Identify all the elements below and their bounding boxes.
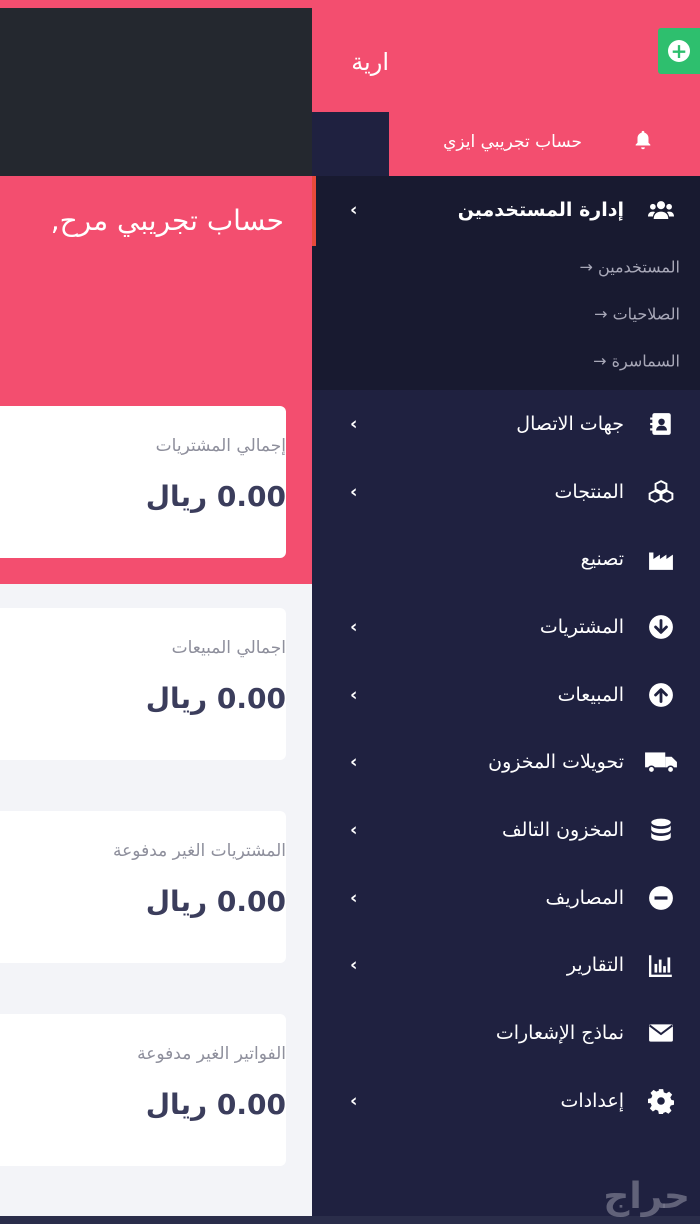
stat-card-total-sales: اجمالي المبيعات 0.00 ريال xyxy=(0,608,286,760)
stat-card-total-purchases: إجمالي المشتريات 0.00 ريال xyxy=(0,406,286,558)
sidebar-item-label: تصنيع xyxy=(580,548,624,571)
sidebar-item-label: المنتجات xyxy=(554,480,624,503)
sidebar-item-label: إدارة المستخدمين xyxy=(457,198,624,221)
cubes-icon xyxy=(648,479,674,503)
sidebar-item-label: التقارير xyxy=(566,954,624,977)
chevron-left-icon: ‹ xyxy=(350,616,358,638)
add-button[interactable]: + xyxy=(658,28,700,74)
cog-icon xyxy=(648,1088,674,1114)
card-value: 0.00 ريال xyxy=(145,1088,286,1121)
bar-chart-icon xyxy=(648,955,672,978)
card-title: اجمالي المبيعات xyxy=(171,638,286,658)
database-icon xyxy=(651,818,671,841)
sidebar-subitem-label: → المستخدمين xyxy=(579,257,680,277)
sidebar-item-users[interactable]: إدارة المستخدمين ‹ xyxy=(312,176,700,244)
sidebar-item-label: المبيعات xyxy=(557,683,624,706)
watermark-text: حراج xyxy=(603,1176,690,1217)
card-title: إجمالي المشتريات xyxy=(155,436,286,456)
stat-card-unpaid-invoices: الفواتير الغير مدفوعة 0.00 ريال xyxy=(0,1014,286,1166)
sidebar-group-users: إدارة المستخدمين ‹ → المستخدمين → الصلاح… xyxy=(312,176,700,390)
sidebar-item-sales[interactable]: المبيعات ‹ xyxy=(312,661,700,729)
chevron-left-icon: ‹ xyxy=(350,413,358,435)
sidebar-item-products[interactable]: المنتجات ‹ xyxy=(312,458,700,526)
banner-accent xyxy=(312,176,316,246)
main-header xyxy=(0,8,312,176)
sidebar-item-label: إعدادات xyxy=(560,1089,625,1112)
sidebar-item-label: نماذج الإشعارات xyxy=(495,1022,624,1045)
sidebar-subitem-users[interactable]: → المستخدمين xyxy=(312,244,700,291)
minus-circle-icon xyxy=(649,885,673,910)
card-value: 0.00 ريال xyxy=(145,682,286,715)
sidebar-item-stock-transfers[interactable]: تحويلات المخزون ‹ xyxy=(312,728,700,796)
sidebar-item-purchases[interactable]: المشتريات ‹ xyxy=(312,593,700,661)
card-title: الفواتير الغير مدفوعة xyxy=(137,1044,286,1064)
brand-title: ارية xyxy=(312,8,389,112)
sidebar-item-label: المشتريات xyxy=(539,615,624,638)
users-icon xyxy=(648,200,674,219)
truck-icon xyxy=(645,752,677,774)
brand-title-text: ارية xyxy=(351,48,389,76)
sidebar-item-damaged-stock[interactable]: المخزون التالف ‹ xyxy=(312,796,700,864)
sidebar-subitem-label: → الصلاحيات xyxy=(594,304,680,324)
sidebar-header-gap xyxy=(312,112,389,176)
envelope-icon xyxy=(649,1024,673,1042)
chevron-left-icon: ‹ xyxy=(350,819,358,841)
sidebar-item-label: المخزون التالف xyxy=(501,818,624,841)
sidebar-item-label: المصاريف xyxy=(545,886,624,909)
chevron-left-icon: ‹ xyxy=(350,751,358,773)
plus-circle-icon: + xyxy=(668,40,690,62)
card-value: 0.00 ريال xyxy=(145,885,286,918)
account-name[interactable]: حساب تجريبي ايزي xyxy=(443,132,582,152)
bell-icon[interactable] xyxy=(632,128,654,152)
haraj-watermark: حراج xyxy=(603,1176,690,1217)
chevron-left-icon: ‹ xyxy=(350,954,358,976)
welcome-text: ,حساب تجريبي مرح xyxy=(50,204,284,237)
chevron-left-icon: ‹ xyxy=(350,1090,358,1112)
sidebar-item-contacts[interactable]: جهات الاتصال ‹ xyxy=(312,390,700,458)
card-value: 0.00 ريال xyxy=(145,480,286,513)
address-book-icon xyxy=(650,413,671,435)
sidebar-subitem-label: → السماسرة xyxy=(593,351,680,371)
sidebar-item-settings[interactable]: إعدادات ‹ xyxy=(312,1067,700,1135)
industry-icon xyxy=(649,552,673,571)
sidebar: إدارة المستخدمين ‹ → المستخدمين → الصلاح… xyxy=(312,176,700,1216)
stat-card-unpaid-purchases: المشتريات الغير مدفوعة 0.00 ريال xyxy=(0,811,286,963)
arrow-circle-up-icon xyxy=(649,682,673,707)
chevron-left-icon: ‹ xyxy=(350,887,358,909)
sidebar-item-notification-templates[interactable]: نماذج الإشعارات xyxy=(312,999,700,1067)
chevron-left-icon: ‹ xyxy=(350,199,358,221)
chevron-left-icon: ‹ xyxy=(350,684,358,706)
sidebar-item-expenses[interactable]: المصاريف ‹ xyxy=(312,864,700,932)
card-title: المشتريات الغير مدفوعة xyxy=(113,841,286,861)
sidebar-item-reports[interactable]: التقارير ‹ xyxy=(312,932,700,1000)
sidebar-item-manufacturing[interactable]: تصنيع xyxy=(312,525,700,593)
top-strip xyxy=(0,0,700,8)
sidebar-subitem-brokers[interactable]: → السماسرة xyxy=(312,338,700,385)
sidebar-subitem-permissions[interactable]: → الصلاحيات xyxy=(312,291,700,338)
chevron-left-icon: ‹ xyxy=(350,481,358,503)
sidebar-item-label: جهات الاتصال xyxy=(516,412,624,435)
account-area: + حساب تجريبي ايزي xyxy=(389,8,700,176)
sidebar-item-label: تحويلات المخزون xyxy=(488,751,624,774)
arrow-circle-down-icon xyxy=(649,614,673,639)
